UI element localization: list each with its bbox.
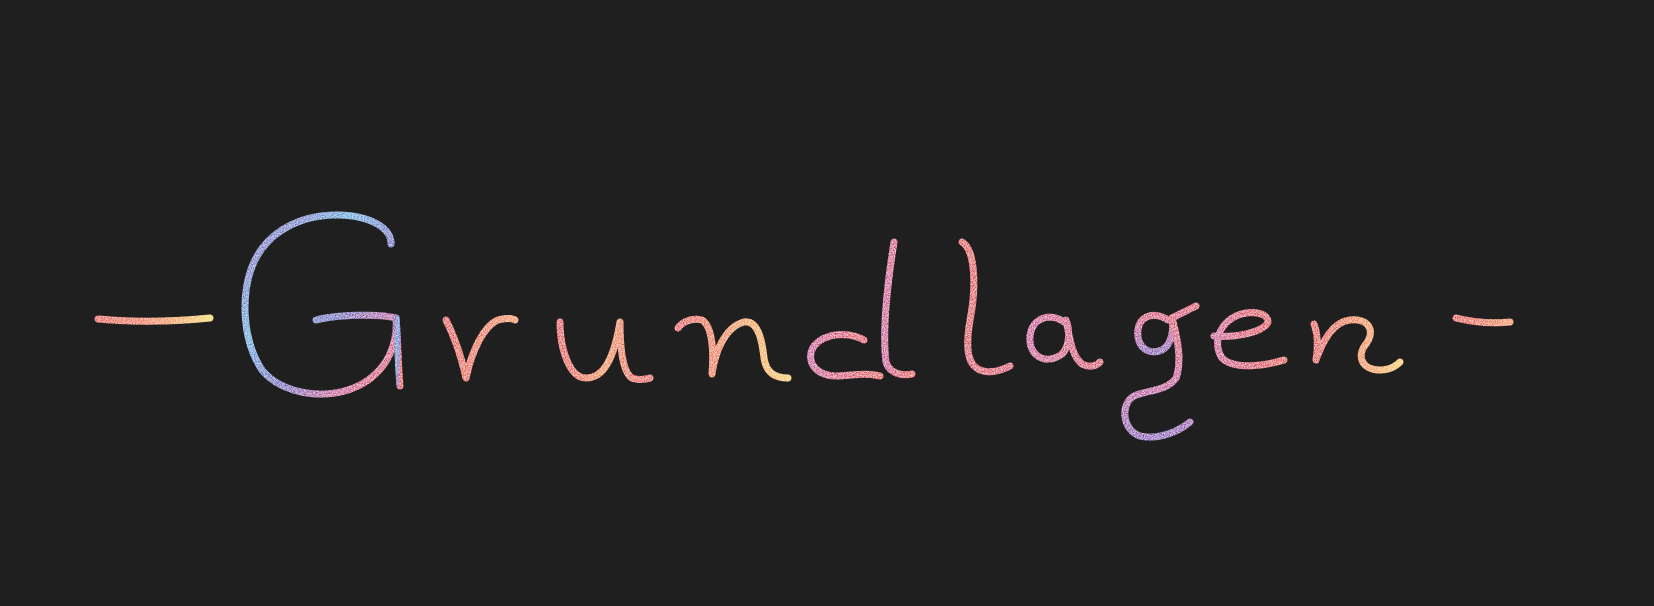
letter-u-stroke [556,318,654,383]
letter-d-stem-stroke [881,238,916,379]
letter-G-tail-stroke [392,314,404,390]
leading-dash-stroke [94,314,214,325]
letter-a-stroke [1026,313,1104,370]
letter-G-stroke [241,211,400,398]
letter-e-stroke [1210,309,1288,370]
letter-l-stroke [958,238,1014,376]
letter-r-stroke [442,315,519,382]
letter-d-stroke [807,331,884,380]
canvas [0,0,1654,606]
trailing-dash-stroke [1452,314,1514,327]
grundlagen-lettering [94,211,1514,441]
letter-n-stroke [674,315,792,382]
letter-n-final-stroke [1310,316,1404,374]
letter-g-stroke [1134,302,1200,356]
